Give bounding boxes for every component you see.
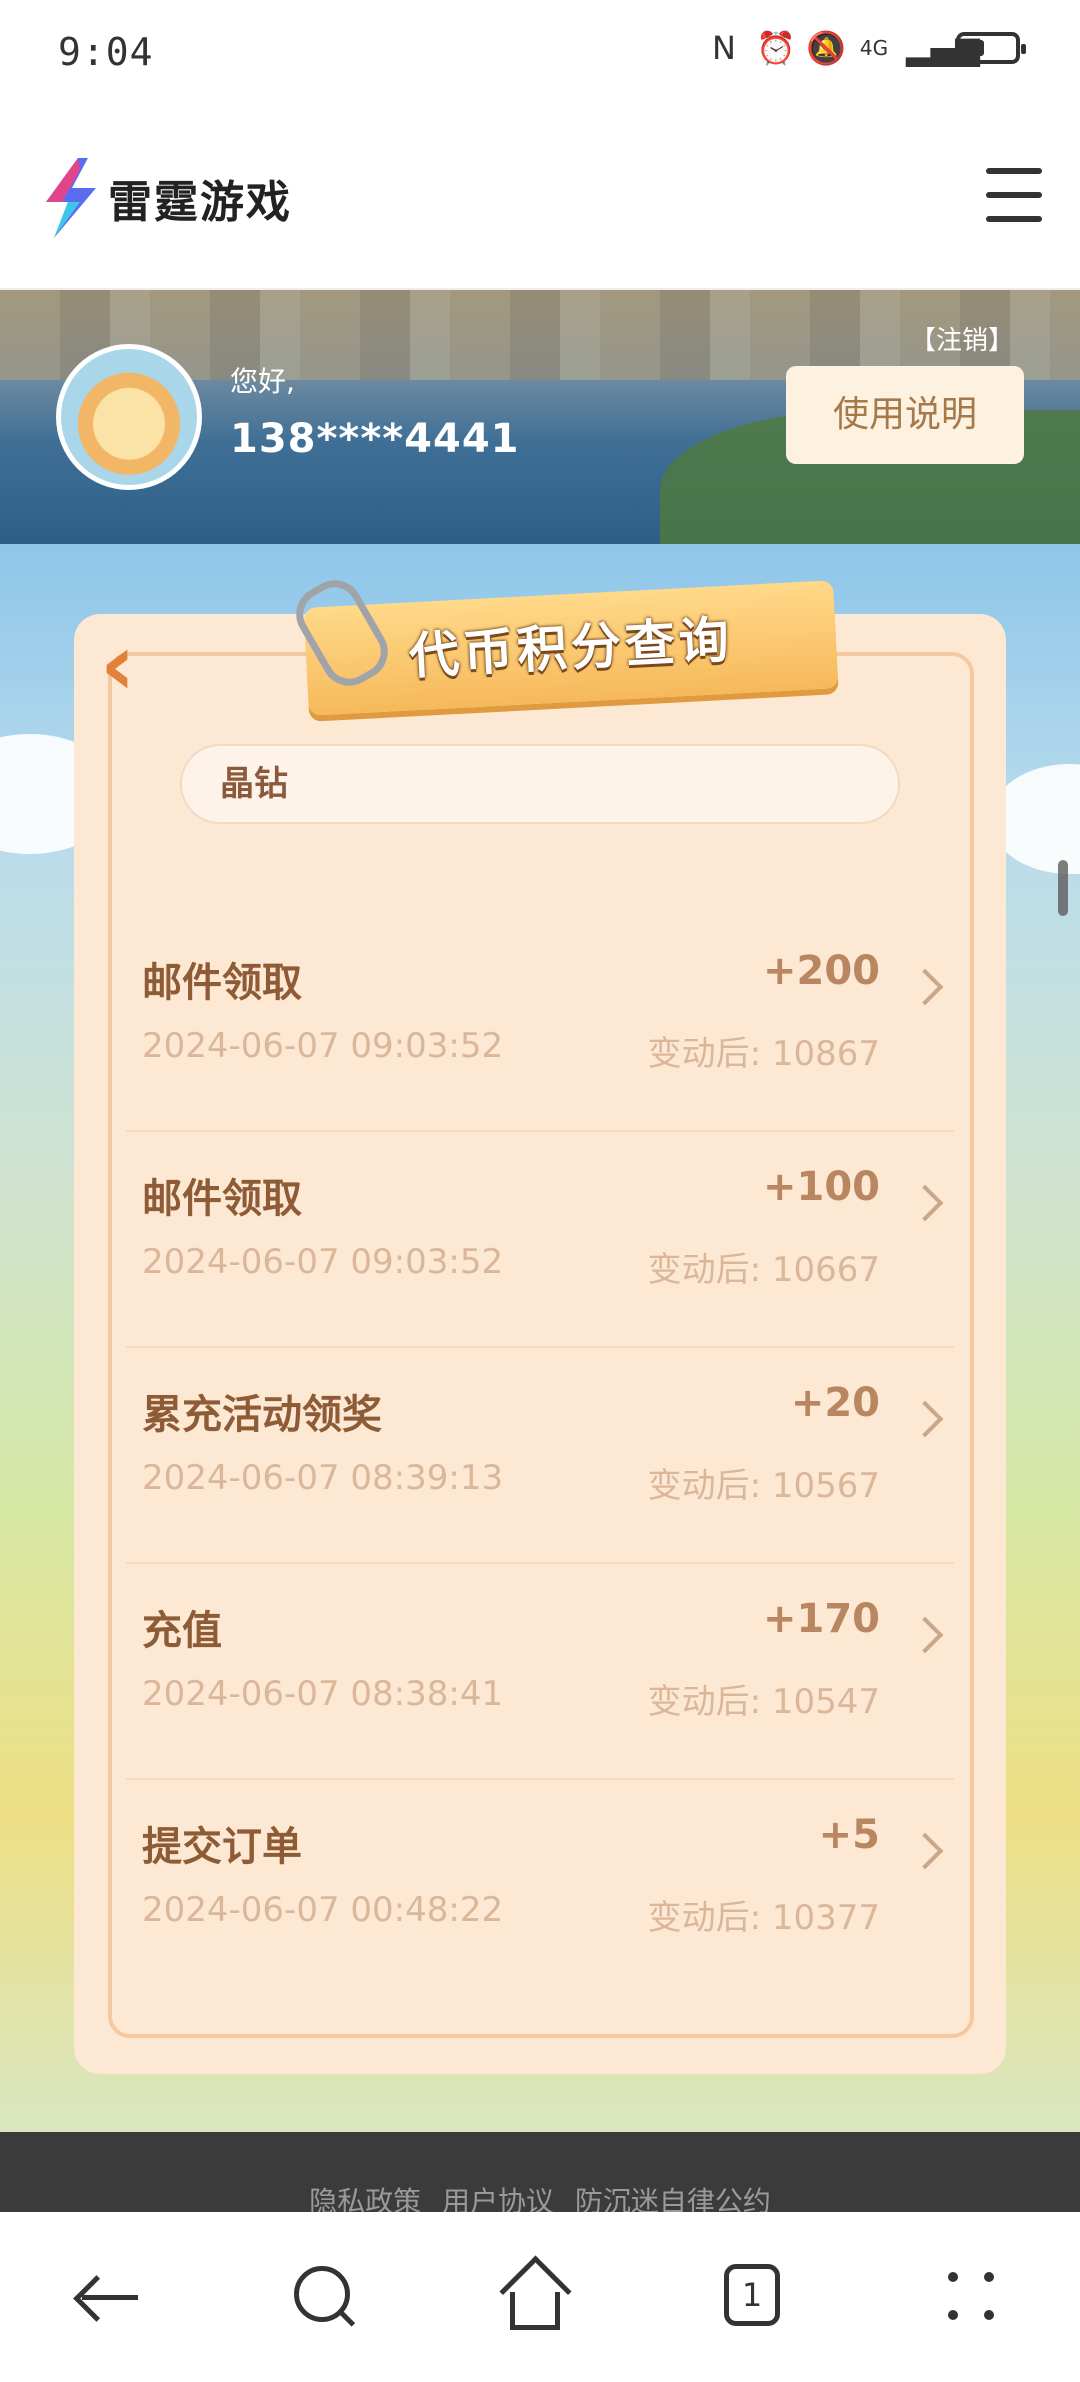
greeting-text: 您好, [230, 365, 295, 398]
record-time: 2024-06-07 09:03:52 [142, 1026, 504, 1066]
status-bar: 9:04 N ⏰ 🔕 4G ▂▄▆ [0, 0, 1080, 110]
back-arrow-icon[interactable]: ‹ [100, 622, 170, 708]
chevron-right-icon [906, 1400, 944, 1438]
list-item[interactable]: 邮件领取 +200 2024-06-07 09:03:52 变动后: 10867 [126, 914, 954, 1130]
record-time: 2024-06-07 00:48:22 [142, 1890, 504, 1930]
list-item[interactable]: 累充活动领奖 +20 2024-06-07 08:39:13 变动后: 1056… [126, 1346, 954, 1562]
usage-guide-button[interactable]: 使用说明 [786, 366, 1024, 464]
list-item[interactable]: 提交订单 +5 2024-06-07 00:48:22 变动后: 10377 [126, 1778, 954, 1994]
chevron-right-icon [906, 1184, 944, 1222]
record-balance-after: 变动后: 10567 [647, 1466, 880, 1506]
alarm-icon: ⏰ [756, 29, 796, 67]
record-balance-after: 变动后: 10867 [647, 1034, 880, 1074]
user-banner: 您好, 138****4441 【注销】 使用说明 [0, 290, 1080, 544]
nfc-icon: N [712, 29, 736, 67]
record-amount: +5 [818, 1812, 880, 1858]
tab-count: 1 [724, 2264, 780, 2326]
record-title: 充值 [142, 1608, 222, 1654]
chevron-right-icon [906, 1616, 944, 1654]
record-amount: +20 [790, 1380, 880, 1426]
lightning-logo-icon [40, 158, 102, 238]
tabs-button[interactable]: 1 [718, 2260, 792, 2334]
record-amount: +100 [762, 1164, 880, 1210]
chevron-right-icon [906, 968, 944, 1006]
user-phone: 138****4441 [230, 416, 520, 462]
record-amount: +170 [762, 1596, 880, 1642]
currency-selector[interactable]: 晶钻 [180, 744, 900, 824]
currency-label: 晶钻 [220, 764, 288, 804]
record-time: 2024-06-07 08:39:13 [142, 1458, 504, 1498]
site-footer: 隐私政策 用户协议 防沉迷自律公约 [0, 2132, 1080, 2218]
list-item[interactable]: 邮件领取 +100 2024-06-07 09:03:52 变动后: 10667 [126, 1130, 954, 1346]
main-content: 代币积分查询 ‹ 晶钻 邮件领取 +200 2024-06-07 09:03:5… [0, 544, 1080, 2132]
record-balance-after: 变动后: 10667 [647, 1250, 880, 1290]
list-item[interactable]: 充值 +170 2024-06-07 08:38:41 变动后: 10547 [126, 1562, 954, 1778]
battery-icon [956, 32, 1026, 64]
more-menu-icon[interactable] [936, 2260, 1010, 2334]
logout-link[interactable]: 【注销】 [910, 320, 1014, 357]
record-balance-after: 变动后: 10547 [647, 1682, 880, 1722]
back-icon[interactable] [72, 2260, 146, 2334]
home-icon[interactable] [500, 2260, 574, 2334]
record-balance-after: 变动后: 10377 [647, 1898, 880, 1938]
record-amount: +200 [762, 948, 880, 994]
site-header: 雷霆游戏 [0, 110, 1080, 290]
signal-icon: ▂▄▆ [906, 29, 980, 67]
network-label: 4G [859, 36, 889, 60]
status-time: 9:04 [58, 30, 154, 74]
record-title: 提交订单 [142, 1824, 302, 1870]
chevron-right-icon [906, 1832, 944, 1870]
status-icons: N ⏰ 🔕 4G ▂▄▆ [706, 29, 1026, 67]
mute-icon: 🔕 [806, 29, 846, 67]
record-time: 2024-06-07 08:38:41 [142, 1674, 504, 1714]
avatar[interactable] [56, 344, 202, 490]
transaction-list: 邮件领取 +200 2024-06-07 09:03:52 变动后: 10867… [126, 914, 954, 1994]
browser-bottom-nav: 1 [0, 2212, 1080, 2382]
record-title: 邮件领取 [142, 1176, 302, 1222]
hamburger-menu-icon[interactable] [986, 168, 1042, 222]
record-title: 累充活动领奖 [142, 1392, 382, 1438]
record-time: 2024-06-07 09:03:52 [142, 1242, 504, 1282]
logo-text: 雷霆游戏 [108, 177, 292, 228]
site-logo[interactable]: 雷霆游戏 [40, 158, 292, 238]
scrollbar[interactable] [1058, 860, 1068, 916]
search-icon[interactable] [286, 2260, 360, 2334]
record-title: 邮件领取 [142, 960, 302, 1006]
